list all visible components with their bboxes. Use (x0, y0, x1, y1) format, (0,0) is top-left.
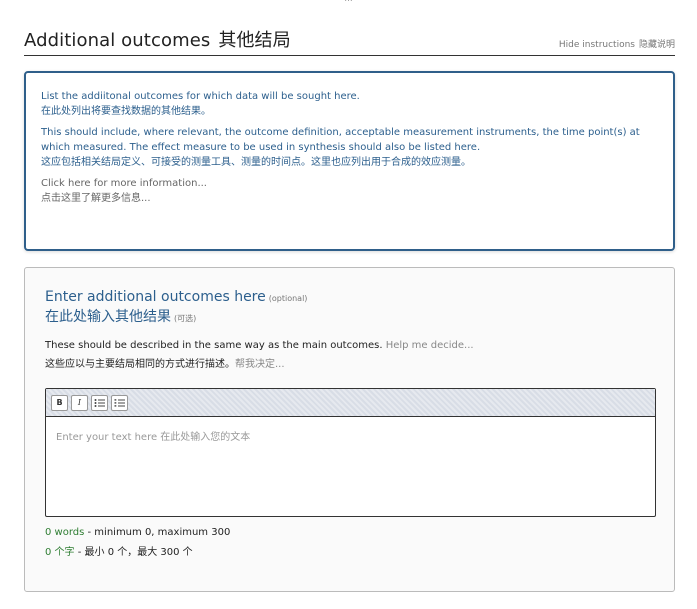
field-label-en: Enter additional outcomes here (optional) (45, 288, 654, 308)
italic-button[interactable]: I (71, 395, 88, 411)
page: ... Additional outcomes 其他结局 Hide instruc… (0, 0, 697, 609)
help-me-decide-link-zh[interactable]: 帮我决定... (235, 359, 285, 370)
optional-tag-en: (optional) (268, 294, 308, 303)
more-info-link-zh[interactable]: 点击这里了解更多信息... (41, 191, 658, 206)
bulleted-list-icon (94, 399, 105, 407)
word-count-en: 0 words (45, 527, 85, 538)
instruction-line2-zh: 这应包括相关结局定义、可接受的测量工具、测量的时间点。这里也应列出用于合成的效应… (41, 157, 471, 168)
instruction-line1-zh: 在此处列出将要查找数据的其他结果。 (41, 106, 211, 117)
editor-toolbar: B I (46, 389, 655, 417)
field-description-en: These should be described in the same wa… (45, 336, 654, 355)
breadcrumb: ... (0, 0, 697, 4)
instructions-box: List the addiitonal outcomes for which d… (24, 71, 675, 251)
numbered-list-icon (114, 399, 125, 407)
field-label-zh: 在此处输入其他结果 (可选) (45, 308, 654, 328)
rich-text-editor: B I Enter your text here 在此处输入您的文本 (45, 388, 656, 517)
word-count-zh: 0 个字 (45, 547, 75, 558)
bold-button[interactable]: B (51, 395, 68, 411)
outcomes-textarea[interactable]: Enter your text here 在此处输入您的文本 (46, 417, 655, 516)
hide-instructions-link[interactable]: Hide instructions 隐藏说明 (559, 37, 675, 50)
word-counter-zh: 0 个字 - 最小 0 个，最大 300 个 (45, 543, 654, 563)
field-description: These should be described in the same wa… (45, 336, 654, 374)
word-counter: 0 words - minimum 0, maximum 300 0 个字 - … (45, 523, 654, 563)
field-description-en-text: These should be described in the same wa… (45, 340, 383, 351)
section-header: Additional outcomes 其他结局 Hide instruction… (24, 26, 675, 56)
numbered-list-button[interactable] (111, 395, 128, 411)
field-description-zh-text: 这些应以与主要结局相同的方式进行描述。 (45, 359, 235, 370)
additional-outcomes-form: Enter additional outcomes here (optional)… (24, 267, 675, 592)
page-title-en: Additional outcomes (24, 30, 211, 51)
page-title-zh: 其他结局 (218, 30, 291, 51)
help-me-decide-link-en[interactable]: Help me decide... (386, 340, 474, 351)
page-title: Additional outcomes 其他结局 (24, 26, 291, 52)
word-limits-zh: - 最小 0 个，最大 300 个 (74, 547, 193, 558)
hide-instructions-en: Hide instructions (558, 40, 635, 50)
field-description-zh: 这些应以与主要结局相同的方式进行描述。帮我决定... (45, 355, 654, 374)
word-limits-en: - minimum 0, maximum 300 (84, 527, 231, 538)
hide-instructions-zh: 隐藏说明 (638, 40, 675, 50)
field-label-en-text: Enter additional outcomes here (45, 289, 266, 305)
instruction-line1-en: List the addiitonal outcomes for which d… (41, 91, 360, 102)
optional-tag-zh: (可选) (174, 314, 197, 323)
instruction-line2-en: This should include, where relevant, the… (41, 127, 640, 153)
word-counter-en: 0 words - minimum 0, maximum 300 (45, 523, 654, 543)
more-info-link-en[interactable]: Click here for more information... (41, 176, 658, 191)
bulleted-list-button[interactable] (91, 395, 108, 411)
field-label-zh-text: 在此处输入其他结果 (45, 309, 171, 325)
